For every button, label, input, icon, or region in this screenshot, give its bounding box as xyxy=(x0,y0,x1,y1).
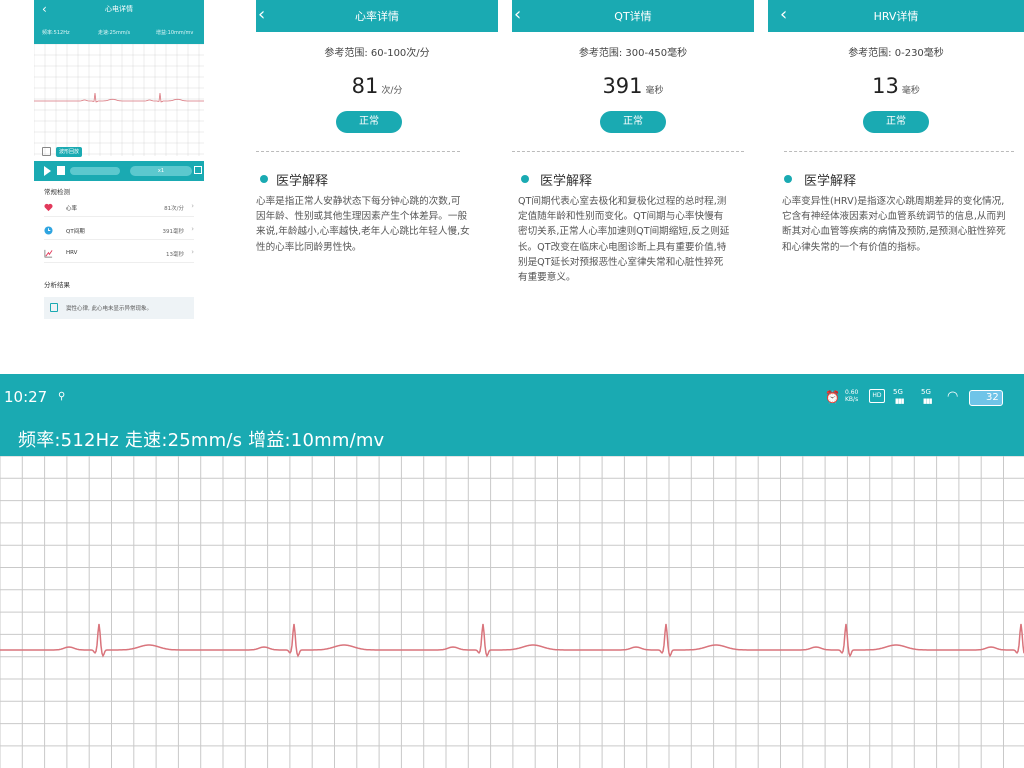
panel-title: HRV详情 xyxy=(873,10,919,23)
signal-label-1: 5G xyxy=(893,388,903,396)
hrv-header: ‹ HRV详情 xyxy=(768,0,1024,32)
analysis-result-box: 窦性心律, 此心电未显示异常现象。 xyxy=(44,297,194,319)
recording-parameters: 频率:512Hz 走速:25mm/s 增益:10mm/mv xyxy=(18,430,385,451)
big-ecg-waveform xyxy=(0,623,1024,658)
small-phone-title: 心电详情 xyxy=(105,5,133,13)
reference-range: 参考范围: 0-230毫秒 xyxy=(848,48,944,59)
calendar-icon[interactable] xyxy=(42,147,51,156)
speed-label: 走速:25mm/s xyxy=(98,30,131,36)
value-number: 391 xyxy=(602,74,643,98)
status-badge: 正常 xyxy=(336,111,402,133)
measured-value: 81 次/分 xyxy=(256,74,498,98)
freq-label: 频率:512Hz xyxy=(42,30,70,36)
divider xyxy=(784,151,1014,152)
qt-detail-panel: ‹ QT详情 参考范围: 300-450毫秒 391 毫秒 正常 医学解释 QT间… xyxy=(512,0,754,310)
big-ecg-grid xyxy=(0,456,1024,768)
signal-bars-icon: ▮▮▮ xyxy=(923,397,933,405)
alarm-icon: ⏰ xyxy=(825,390,840,404)
fullscreen-icon[interactable] xyxy=(194,166,202,174)
play-icon[interactable] xyxy=(44,166,51,176)
section-bullet-icon xyxy=(521,175,529,183)
playback-speed-control[interactable]: x1 xyxy=(130,166,192,176)
qt-header: ‹ QT详情 xyxy=(512,0,754,32)
routine-section-title: 常规检测 xyxy=(44,188,70,196)
playback-speed-label: x1 xyxy=(157,168,165,174)
value-unit: 毫秒 xyxy=(901,86,920,96)
section-title: 医学解释 xyxy=(276,174,329,189)
signal-label-2: 5G xyxy=(921,388,931,396)
status-bar-time: 10:27 xyxy=(4,388,48,406)
divider xyxy=(256,151,460,152)
waveform-playback-button[interactable]: 波形回放 xyxy=(56,147,83,157)
measured-value: 391 毫秒 xyxy=(512,74,754,98)
small-ecg-grid xyxy=(34,44,204,156)
divider xyxy=(512,151,744,152)
medical-explanation: 心率变异性(HRV)是指逐次心跳周期差异的变化情况,它含有神经体液因素对心血管系… xyxy=(782,196,1006,253)
small-toolbar: 波形回放 xyxy=(34,144,204,160)
reference-range: 参考范围: 300-450毫秒 xyxy=(578,48,688,59)
chevron-right-icon: › xyxy=(191,225,194,233)
chevron-right-icon: › xyxy=(191,202,194,210)
analysis-result-text: 窦性心律, 此心电未显示异常现象。 xyxy=(66,306,152,312)
row-value: 81次/分 xyxy=(164,206,184,212)
medical-explanation: QT间期代表心室去极化和复极化过程的总时程,测定值随年龄和性别而变化。QT间期与… xyxy=(518,196,730,284)
small-phone-header: ‹ 心电详情 频率:512Hz 走速:25mm/s 增益:10mm/mv xyxy=(34,0,204,44)
small-playback-bar: x1 xyxy=(34,161,204,181)
panel-title: QT详情 xyxy=(614,10,652,23)
status-badge: 正常 xyxy=(863,111,929,133)
routine-row-qt[interactable]: QT间期 391毫秒 › xyxy=(44,222,194,240)
row-value: 13毫秒 xyxy=(166,252,184,258)
medical-explanation: 心率是指正常人安静状态下每分钟心跳的次数,可因年龄、性别或其他生理因素产生个体差… xyxy=(256,196,470,253)
row-name: HRV xyxy=(66,250,78,256)
stop-icon[interactable] xyxy=(57,166,65,175)
value-number: 81 xyxy=(351,74,379,98)
heart-icon xyxy=(44,203,53,212)
battery-icon: 32 xyxy=(969,390,1003,406)
gain-label: 增益:10mm/mv xyxy=(156,30,194,36)
value-unit: 次/分 xyxy=(381,86,403,96)
result-section-title: 分析结果 xyxy=(44,281,70,289)
small-phone-screen: ‹ 心电详情 频率:512Hz 走速:25mm/s 增益:10mm/mv 波形回… xyxy=(34,0,204,318)
section-bullet-icon xyxy=(784,175,792,183)
value-number: 13 xyxy=(872,74,899,98)
clock-icon xyxy=(44,226,53,235)
status-badge: 正常 xyxy=(600,111,666,133)
trend-icon xyxy=(44,249,53,258)
chevron-right-icon: › xyxy=(191,248,194,256)
notification-icon: ⚲ xyxy=(58,391,66,402)
playback-progress-track[interactable] xyxy=(70,167,120,175)
section-title: 医学解释 xyxy=(540,174,593,189)
row-name: 心率 xyxy=(66,206,78,212)
signal-bars-icon: ▮▮▮ xyxy=(895,397,905,405)
section-bullet-icon xyxy=(260,175,268,183)
hrv-detail-panel: ‹ HRV详情 参考范围: 0-230毫秒 13 毫秒 正常 医学解释 心率变异性… xyxy=(768,0,1024,310)
value-unit: 毫秒 xyxy=(645,86,664,96)
small-ecg-waveform xyxy=(34,92,204,103)
row-name: QT间期 xyxy=(66,229,85,235)
document-icon xyxy=(50,303,58,312)
heart-rate-detail-panel: ‹ 心率详情 参考范围: 60-100次/分 81 次/分 正常 医学解释 心率是… xyxy=(256,0,498,310)
hd-icon: HD xyxy=(869,389,885,403)
measured-value: 13 毫秒 xyxy=(768,74,1024,98)
row-value: 391毫秒 xyxy=(162,229,185,235)
reference-range: 参考范围: 60-100次/分 xyxy=(324,48,430,59)
big-phone-header: 10:27 ⚲ ⏰ 0.60 KB/s HD 5G ▮▮▮ 5G ▮▮▮ ◠ 3… xyxy=(0,374,1024,456)
section-title: 医学解释 xyxy=(804,174,857,189)
routine-row-heart-rate[interactable]: 心率 81次/分 › xyxy=(44,199,194,217)
network-speed: 0.60 KB/s xyxy=(845,389,859,403)
panel-title: 心率详情 xyxy=(355,10,399,23)
wifi-icon: ◠ xyxy=(947,389,959,404)
routine-row-hrv[interactable]: HRV 13毫秒 › xyxy=(44,245,194,263)
heart-rate-header: ‹ 心率详情 xyxy=(256,0,498,32)
battery-level: 32 xyxy=(986,392,999,403)
